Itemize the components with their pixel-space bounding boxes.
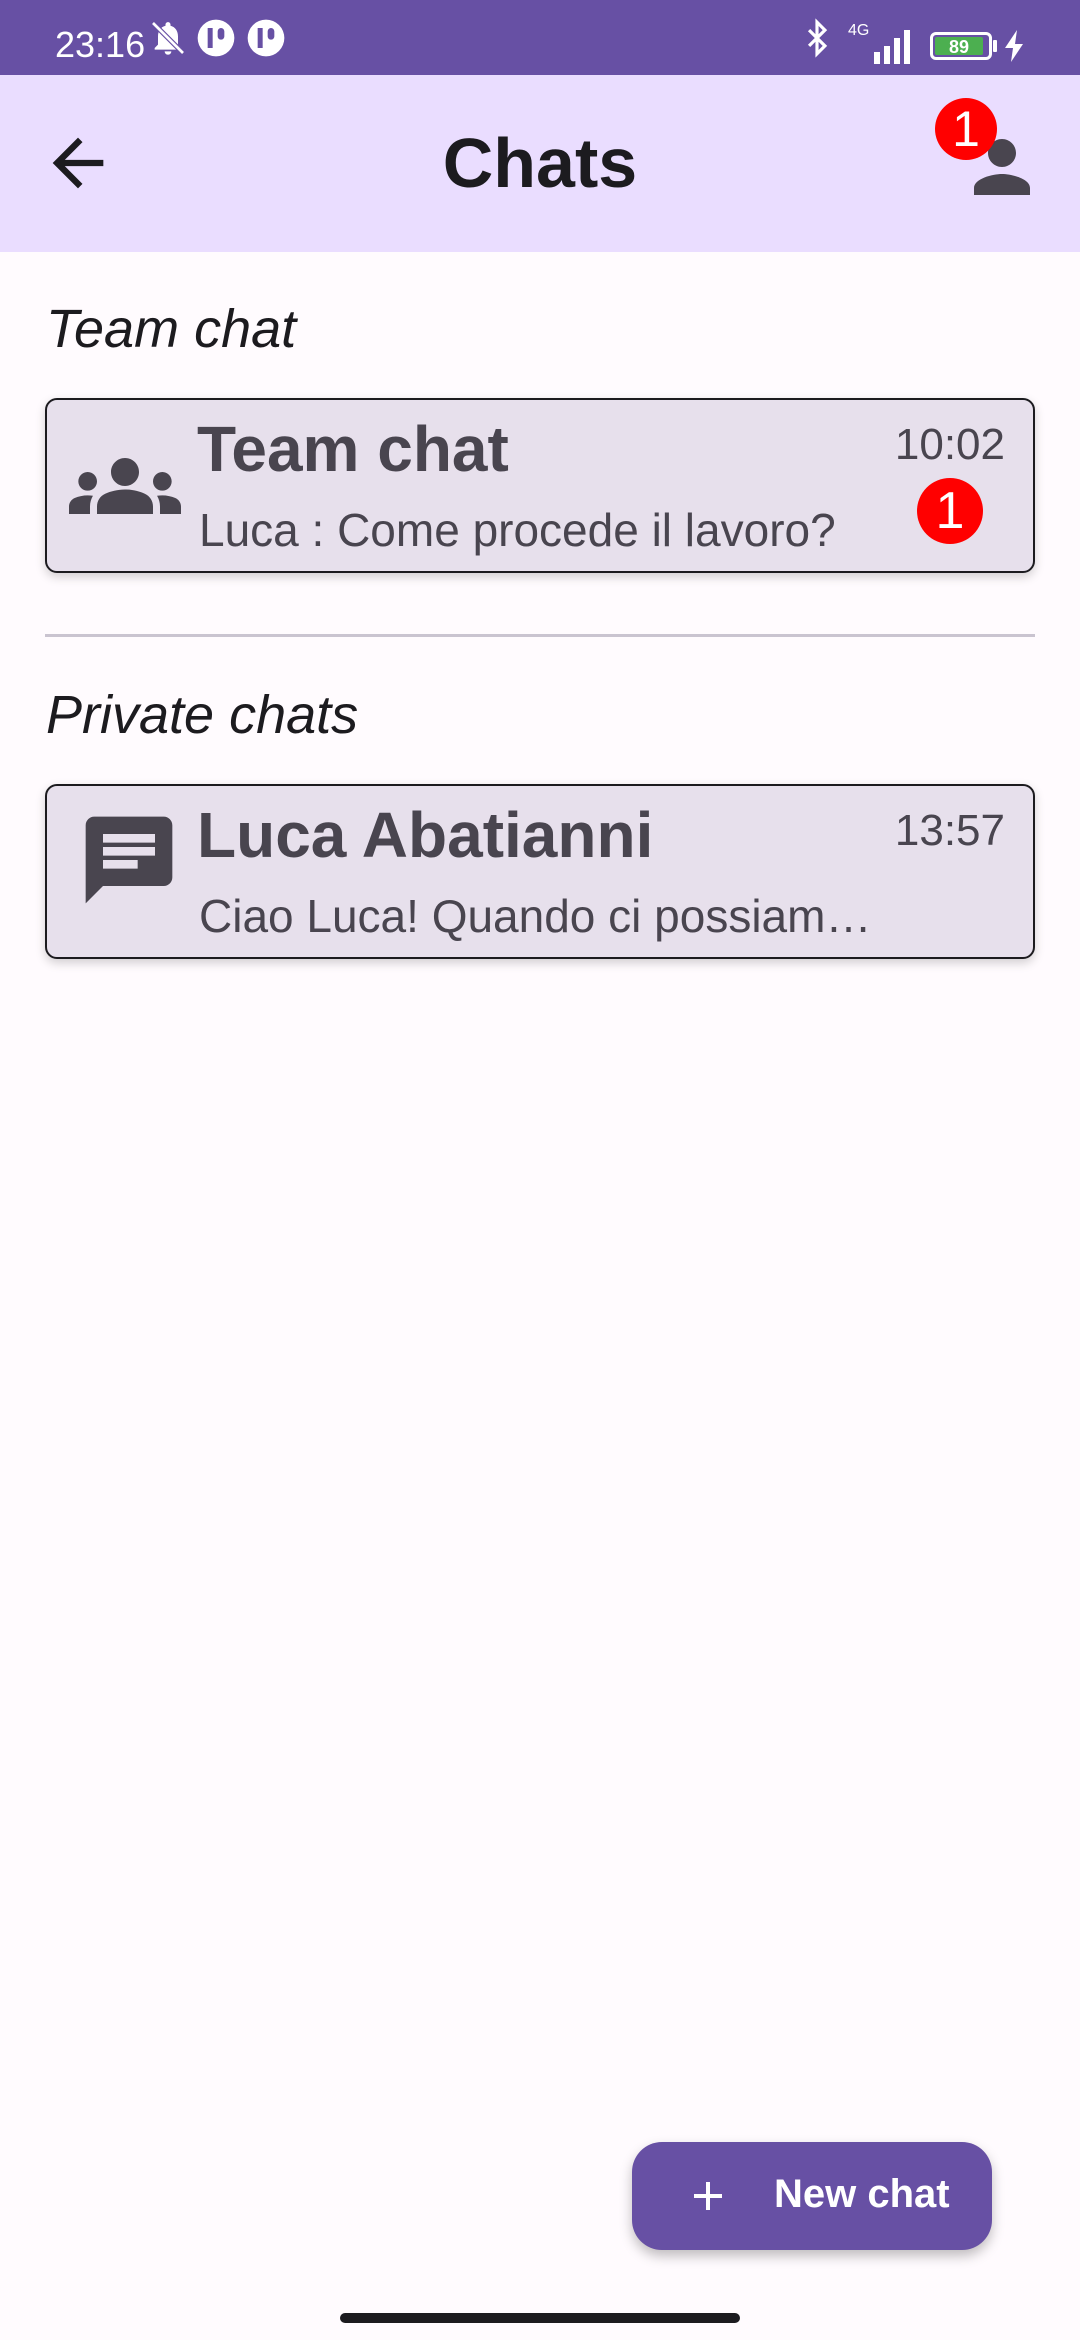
chat-name: Team chat [197,413,509,485]
bell-off-icon [148,18,188,63]
chat-preview: Ciao Luca! Quando ci possiamo sentire? [199,890,879,942]
chat-time: 10:02 [894,420,1005,469]
app-notification-icon [196,18,236,63]
section-divider [45,634,1035,637]
battery-icon: 89 [930,32,992,60]
status-time: 23:16 [55,24,146,65]
unread-badge: 1 [917,478,983,544]
top-app-bar: Chats 1 [0,75,1080,252]
status-bar: 23:16 4G 89 [0,0,1080,75]
app-notification-icon [246,18,286,63]
chat-name: Luca Abatianni [197,799,654,871]
battery-level: 89 [935,37,983,57]
new-chat-button[interactable]: New chat [632,2142,992,2250]
plus-icon [694,2182,722,2210]
home-indicator[interactable] [340,2313,740,2323]
team-chat-card[interactable]: Team chat Luca : Come procede il lavoro?… [45,398,1035,573]
group-icon [69,430,181,547]
chat-time: 13:57 [894,806,1005,855]
signal-icon [870,28,918,69]
bluetooth-icon [798,18,836,63]
charging-icon [1003,30,1027,67]
private-chat-card[interactable]: Luca Abatianni Ciao Luca! Quando ci poss… [45,784,1035,959]
section-title-team: Team chat [46,299,297,359]
page-title: Chats [442,124,638,202]
notification-badge: 1 [935,98,997,160]
network-type: 4G [848,22,870,39]
chat-bubble-icon [77,808,181,917]
new-chat-label: New chat [774,2172,950,2216]
chat-preview: Luca : Come procede il lavoro? [199,504,836,556]
battery-tip [993,40,997,52]
section-title-private: Private chats [46,685,359,745]
